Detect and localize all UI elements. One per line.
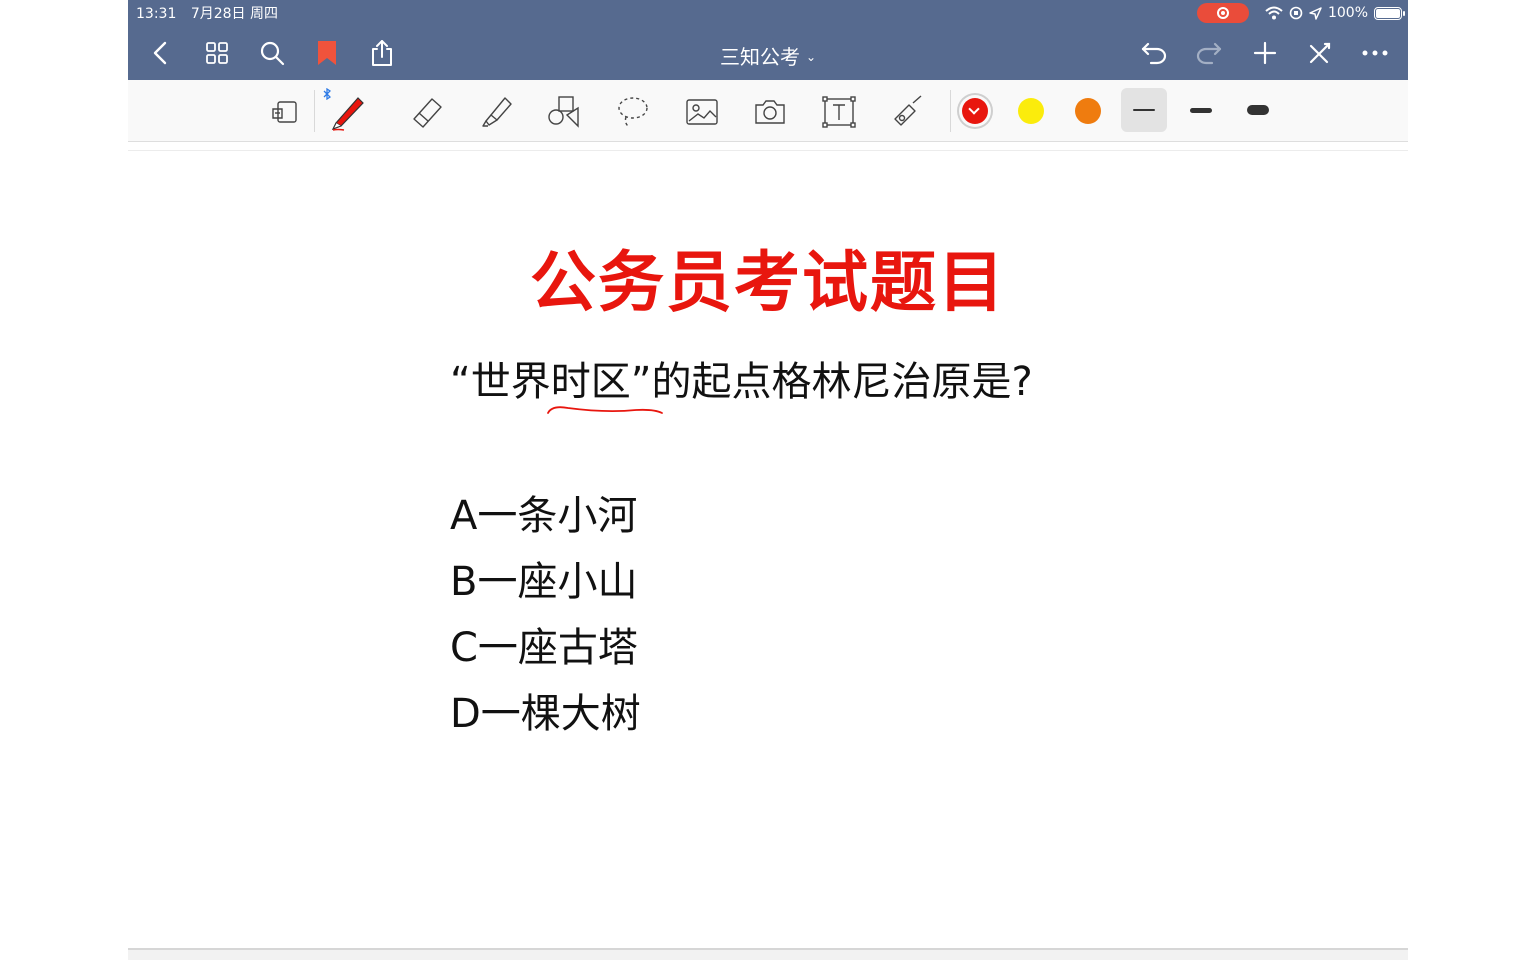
highlighter-tool-button[interactable]	[474, 90, 518, 134]
camera-tool-button[interactable]	[748, 90, 792, 134]
option-c: C一座古塔	[450, 625, 638, 671]
share-button[interactable]	[365, 36, 399, 70]
page-bottom-edge	[128, 948, 1408, 960]
option-d: D一棵大树	[450, 691, 641, 737]
question-text: “世界时区”的起点格林尼治原是?	[450, 359, 1033, 405]
bookmark-icon	[317, 40, 337, 66]
document-title-button[interactable]: 三知公考 ⌄	[720, 45, 816, 69]
app-screen: 13:31 7月28日 周四 100% 三知公考 ⌄ 公务员考试题目 “世界时区…	[128, 0, 1408, 960]
undo-icon	[1140, 41, 1168, 65]
thin-line-icon	[1133, 109, 1155, 111]
medium-line-icon	[1190, 107, 1212, 113]
status-time: 13:31	[136, 6, 177, 22]
toolbar-separator	[314, 90, 315, 132]
option-a: A一条小河	[450, 493, 638, 539]
read-mode-button[interactable]	[263, 90, 307, 134]
toolbar-separator	[950, 90, 951, 132]
search-icon	[259, 40, 285, 66]
orientation-lock-icon	[1289, 6, 1303, 20]
camera-icon	[753, 97, 787, 127]
bluetooth-icon	[323, 88, 331, 100]
pen-icon	[328, 92, 368, 132]
thumbnails-button[interactable]	[200, 36, 234, 70]
status-bar-right: 100%	[1196, 3, 1405, 23]
back-button[interactable]	[144, 36, 178, 70]
eraser-tool-button[interactable]	[405, 90, 449, 134]
thick-line-icon	[1247, 105, 1269, 115]
more-icon	[1362, 49, 1388, 57]
redo-button[interactable]	[1192, 36, 1226, 70]
shapes-tool-button[interactable]	[542, 90, 586, 134]
screen-recording-indicator[interactable]	[1196, 3, 1249, 23]
color-swatch-orange[interactable]	[1075, 98, 1101, 124]
read-mode-icon	[270, 99, 300, 125]
handwritten-underline	[547, 406, 663, 414]
close-edit-button[interactable]	[1303, 36, 1337, 70]
status-bar-left: 13:31 7月28日 周四	[136, 3, 288, 23]
image-tool-button[interactable]	[680, 90, 724, 134]
share-icon	[370, 39, 394, 67]
search-button[interactable]	[255, 36, 289, 70]
stroke-width-thick[interactable]	[1235, 88, 1281, 132]
more-button[interactable]	[1358, 36, 1392, 70]
battery-percent: 100%	[1327, 5, 1368, 21]
status-date: 7月28日 周四	[190, 6, 278, 22]
text-tool-button[interactable]	[817, 90, 861, 134]
add-icon	[1253, 41, 1277, 65]
color-swatch-red[interactable]	[962, 98, 988, 124]
image-icon	[685, 97, 719, 127]
wifi-icon	[1265, 6, 1283, 20]
battery-icon	[1374, 6, 1405, 20]
bookmark-button[interactable]	[310, 36, 344, 70]
document-page[interactable]: 公务员考试题目 “世界时区”的起点格林尼治原是? A一条小河 B一座小山 C一座…	[128, 150, 1408, 950]
option-b: B一座小山	[450, 559, 638, 605]
laser-pointer-tool-button[interactable]	[886, 90, 930, 134]
eraser-icon	[408, 93, 446, 131]
lasso-tool-button[interactable]	[611, 90, 655, 134]
color-swatch-yellow[interactable]	[1018, 98, 1044, 124]
laser-pointer-icon	[889, 93, 927, 131]
shapes-icon	[545, 93, 583, 131]
lasso-icon	[614, 93, 652, 131]
highlighter-icon	[477, 93, 515, 131]
undo-button[interactable]	[1137, 36, 1171, 70]
stroke-width-medium[interactable]	[1178, 88, 1224, 132]
chevron-down-icon: ⌄	[805, 50, 817, 64]
stroke-width-thin[interactable]	[1121, 88, 1167, 132]
record-icon	[1216, 7, 1229, 19]
page-heading: 公务员考试题目	[530, 244, 1006, 321]
drawing-toolbar	[128, 80, 1408, 142]
back-icon	[151, 41, 171, 65]
document-title: 三知公考	[719, 45, 800, 69]
grid-icon	[205, 41, 229, 65]
top-bar: 13:31 7月28日 周四 100% 三知公考 ⌄	[128, 0, 1408, 80]
text-icon	[822, 96, 856, 128]
chevron-down-icon	[968, 103, 980, 115]
location-icon	[1309, 6, 1322, 20]
redo-icon	[1195, 41, 1223, 65]
add-button[interactable]	[1248, 36, 1282, 70]
pen-tool-button[interactable]	[323, 88, 370, 134]
close-edit-icon	[1308, 41, 1332, 65]
